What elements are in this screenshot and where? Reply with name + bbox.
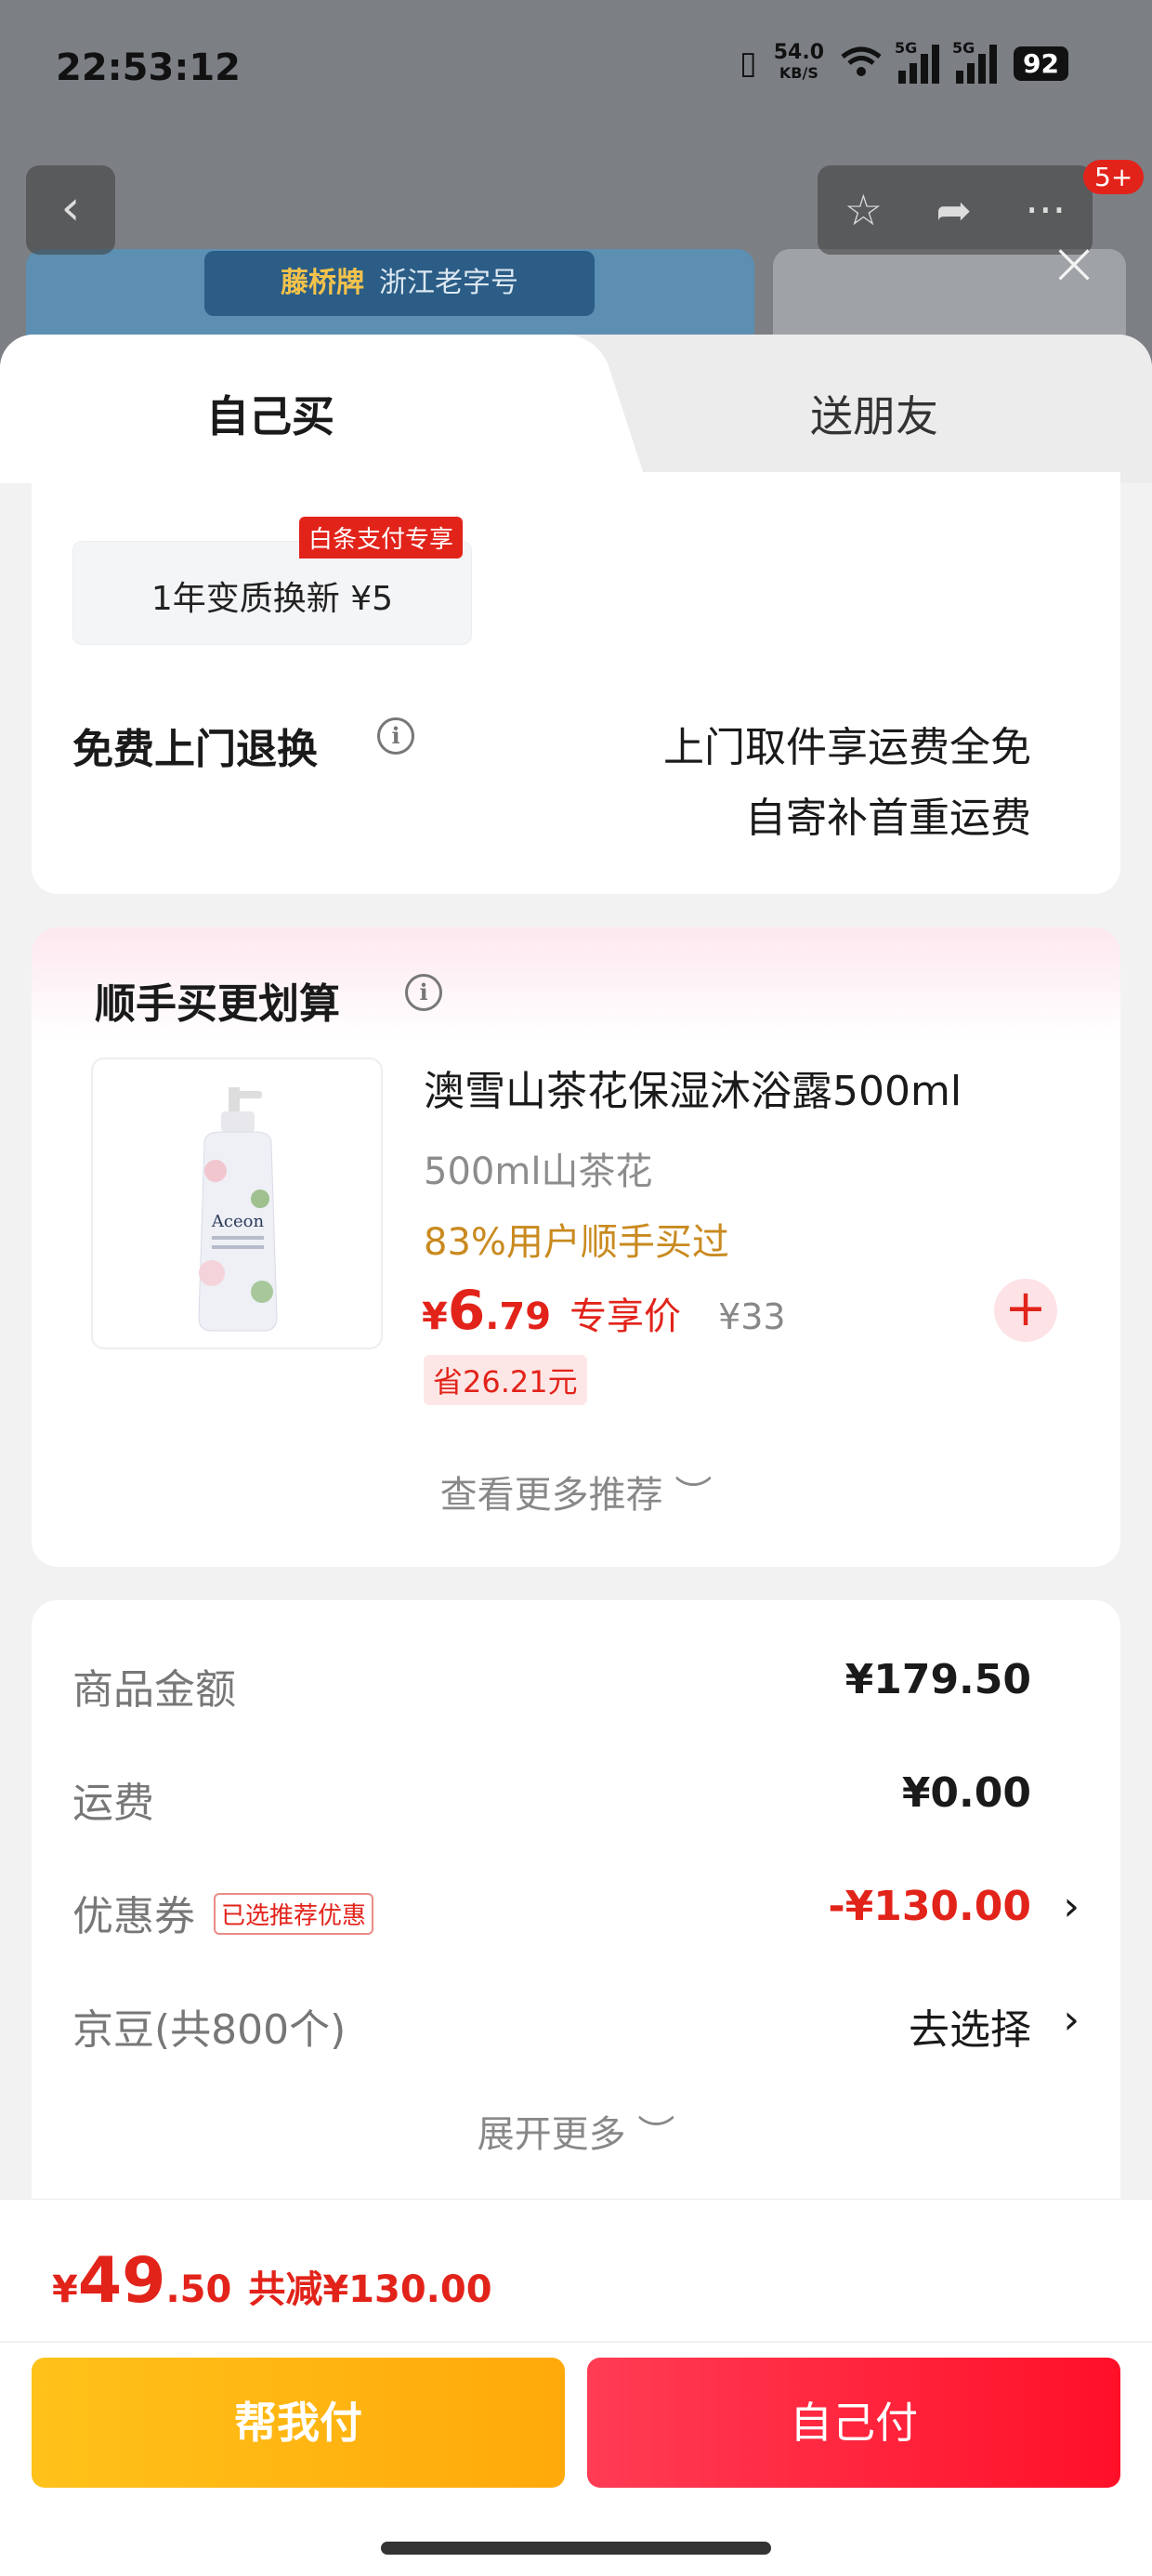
shipping-label: 运费: [72, 1780, 154, 1827]
more-icon[interactable]: ···: [1025, 185, 1066, 235]
product-spec: 500ml山茶花: [424, 1150, 653, 1193]
recommend-card: 顺手买更划算 i Aceon 澳雪山茶花保湿沐浴露500ml 500ml山茶花 …: [32, 927, 1120, 1567]
coupon-label-text: 优惠券: [72, 1893, 195, 1940]
chevron-right-icon: ›: [1063, 1996, 1080, 2044]
return-title: 免费上门退换: [72, 726, 318, 773]
back-button[interactable]: ‹: [26, 165, 115, 255]
warranty-label: 1年变质换新 ¥5: [151, 580, 394, 618]
recommend-title: 顺手买更划算: [95, 980, 340, 1028]
original-price: ¥33: [718, 1296, 786, 1337]
background-brand: 藤桥牌 浙江老字号: [204, 251, 595, 316]
star-icon[interactable]: ☆: [844, 185, 883, 235]
tab-bar: 自己买 送朋友: [0, 335, 1152, 483]
background-page: 22:53:12 ▯ 54.0 KB/S 5G 5G 92 藤桥牌 浙江老字号 ‹: [0, 0, 1152, 372]
share-icon[interactable]: ➦: [936, 185, 972, 235]
plus-icon: +: [1004, 1279, 1047, 1337]
product-buy-rate: 83%用户顺手买过: [424, 1221, 729, 1264]
jd-beans-value: 去选择: [909, 2006, 1031, 2054]
brand-name: 藤桥牌: [281, 267, 364, 299]
price-currency: ¥: [422, 1295, 448, 1338]
chevron-left-icon: ‹: [60, 180, 81, 236]
help-pay-button[interactable]: 帮我付: [32, 2358, 565, 2488]
return-line-2: 自寄补首重运费: [745, 795, 1031, 842]
tab-self[interactable]: 自己买: [206, 383, 334, 444]
signal-label-2: 5G: [952, 39, 975, 57]
chevron-right-icon: ›: [1063, 1883, 1080, 1930]
brand-tagline: 浙江老字号: [379, 267, 518, 299]
shipping-value: ¥0.00: [901, 1769, 1031, 1817]
total-currency: ¥: [52, 2268, 78, 2311]
return-line-1: 上门取件享运费全免: [663, 724, 1031, 771]
checkout-bar: ¥49.50 共减¥130.00 帮我付 自己付: [0, 2199, 1152, 2576]
add-to-order-button[interactable]: +: [994, 1279, 1057, 1342]
wifi-icon: [841, 46, 882, 81]
tab-friend[interactable]: 送朋友: [810, 383, 938, 444]
info-icon[interactable]: i: [377, 717, 414, 755]
product-name[interactable]: 澳雪山茶花保湿沐浴露500ml: [424, 1058, 962, 1117]
total-price: ¥49.50 共减¥130.00: [52, 2244, 492, 2318]
warranty-tag: 白条支付专享: [299, 517, 464, 559]
coupon-label: 优惠券 已选推荐优惠: [72, 1883, 374, 1942]
price-integer: 6: [447, 1279, 486, 1342]
coupon-value: -¥130.00: [828, 1883, 1031, 1930]
total-discount: 共减¥130.00: [248, 2268, 492, 2311]
goods-amount-row: 商品金额 ¥179.50: [72, 1656, 1080, 1714]
price-tag: 专享价: [569, 1295, 682, 1338]
svg-text:Aceon: Aceon: [211, 1212, 265, 1231]
product-image[interactable]: Aceon: [91, 1058, 383, 1349]
save-tag: 省26.21元: [424, 1355, 587, 1405]
service-card: 1年变质换新 ¥5 白条支付专享 免费上门退换 i 上门取件享运费全免 自寄补首…: [32, 472, 1120, 894]
jd-beans-label: 京豆(共800个): [72, 2006, 347, 2054]
signal-icon-1: 5G: [895, 39, 940, 84]
battery-icon: 92: [1014, 46, 1068, 81]
bottle-image: Aceon: [198, 1087, 278, 1332]
divider: [0, 2341, 1152, 2343]
coupon-row[interactable]: 优惠券 已选推荐优惠 -¥130.00 ›: [72, 1883, 1080, 1942]
shipping-row: 运费 ¥0.00: [72, 1769, 1080, 1827]
info-icon[interactable]: i: [405, 974, 442, 1011]
price-decimal: .79: [485, 1295, 552, 1338]
signal-icon-2: 5G: [952, 39, 998, 84]
coupon-tag: 已选推荐优惠: [214, 1892, 374, 1935]
message-badge: 5+: [1083, 160, 1145, 194]
home-indicator[interactable]: [381, 2542, 771, 2555]
signal-label-1: 5G: [895, 39, 918, 57]
goods-amount-label: 商品金额: [72, 1666, 236, 1714]
self-pay-button[interactable]: 自己付: [587, 2358, 1120, 2488]
status-icons: ▯ 54.0 KB/S 5G 5G 92: [740, 39, 1068, 84]
net-speed-unit: KB/S: [779, 64, 818, 82]
total-decimal: .50: [165, 2268, 232, 2311]
more-recommend-link[interactable]: 查看更多推荐 ︶: [32, 1465, 1120, 1518]
total-integer: 49: [77, 2244, 166, 2318]
net-speed-value: 54.0: [773, 41, 825, 64]
status-time: 22:53:12: [56, 46, 241, 89]
goods-amount-value: ¥179.50: [844, 1656, 1031, 1703]
vibrate-icon: ▯: [740, 45, 757, 82]
net-speed: 54.0 KB/S: [774, 43, 824, 84]
status-bar: 22:53:12 ▯ 54.0 KB/S 5G 5G 92: [0, 0, 1152, 139]
expand-more-link[interactable]: 展开更多 ︶: [32, 2104, 1120, 2158]
product-price: ¥6.79 专享价 ¥33: [422, 1279, 786, 1342]
jd-beans-row[interactable]: 京豆(共800个) 去选择 ›: [72, 1996, 1080, 2054]
close-icon[interactable]: ×: [1046, 234, 1102, 294]
price-summary-card: 商品金额 ¥179.50 运费 ¥0.00 优惠券 已选推荐优惠 -¥130.00…: [32, 1600, 1120, 2251]
